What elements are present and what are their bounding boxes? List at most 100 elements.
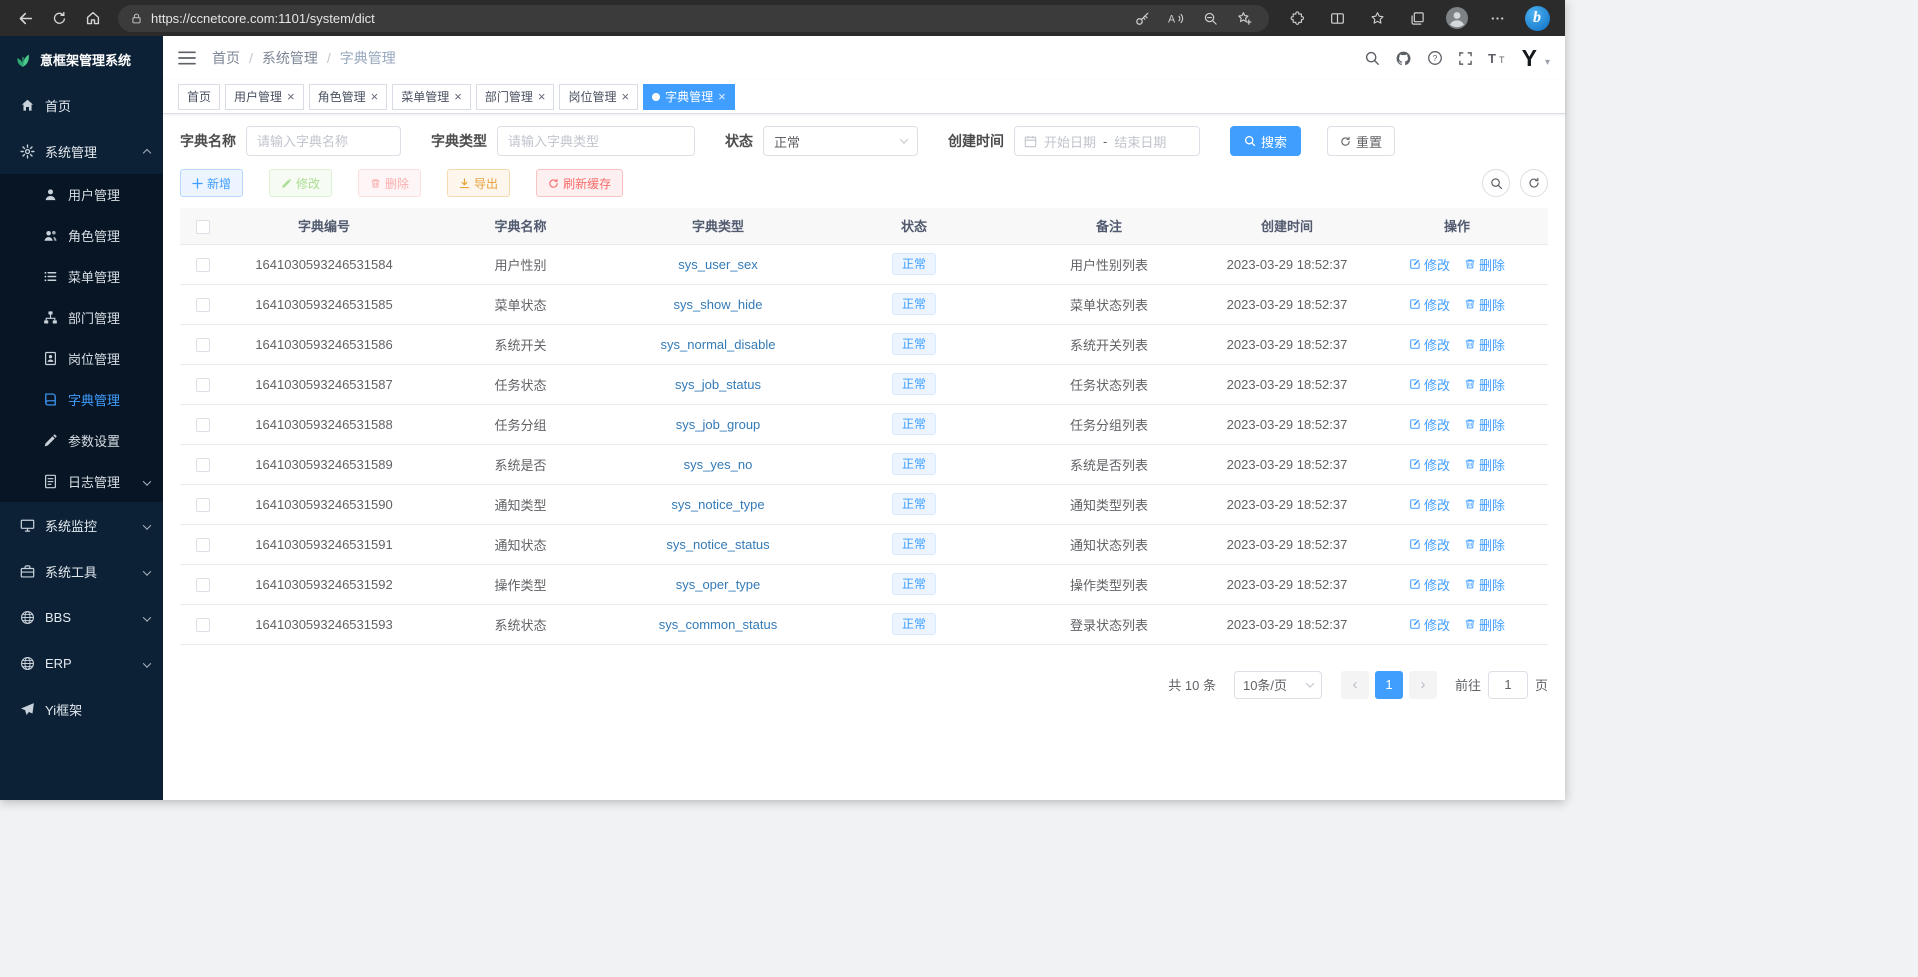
- sidebar-item-role-management[interactable]: 角色管理: [0, 215, 163, 256]
- split-screen-icon[interactable]: [1317, 3, 1357, 33]
- tab-close-icon[interactable]: ×: [538, 90, 546, 103]
- sidebar-item-post-management[interactable]: 岗位管理: [0, 338, 163, 379]
- profile-avatar[interactable]: [1437, 3, 1477, 33]
- goto-page-input[interactable]: [1488, 671, 1528, 699]
- export-button[interactable]: 导出: [447, 169, 510, 197]
- breadcrumb-system[interactable]: 系统管理: [262, 48, 318, 68]
- edit-button[interactable]: 修改: [269, 169, 332, 197]
- dict-type-link[interactable]: sys_oper_type: [676, 577, 761, 592]
- sidebar-item-dept-management[interactable]: 部门管理: [0, 297, 163, 338]
- select-all-checkbox[interactable]: [196, 220, 210, 234]
- row-checkbox[interactable]: [196, 338, 210, 352]
- tab-user-management[interactable]: 用户管理×: [225, 84, 304, 110]
- tab-close-icon[interactable]: ×: [621, 90, 629, 103]
- status-select[interactable]: 正常: [763, 126, 918, 156]
- sidebar-item-log-management[interactable]: 日志管理: [0, 461, 163, 502]
- row-delete-button[interactable]: 删除: [1464, 255, 1505, 274]
- breadcrumb-home[interactable]: 首页: [212, 48, 240, 68]
- dict-name-input[interactable]: [246, 126, 401, 156]
- row-edit-button[interactable]: 修改: [1409, 375, 1450, 394]
- sidebar-item-menu-management[interactable]: 菜单管理: [0, 256, 163, 297]
- tab-close-icon[interactable]: ×: [287, 90, 295, 103]
- header-search-icon[interactable]: [1364, 50, 1380, 66]
- browser-menu-icon[interactable]: [1477, 3, 1517, 33]
- dict-type-link[interactable]: sys_job_status: [675, 377, 761, 392]
- sidebar-item-user-management[interactable]: 用户管理: [0, 174, 163, 215]
- sidebar-item-yi-framework[interactable]: Yi框架: [0, 686, 163, 732]
- dict-type-link[interactable]: sys_notice_type: [671, 497, 764, 512]
- page-size-select[interactable]: 10条/页: [1234, 671, 1322, 699]
- dict-type-link[interactable]: sys_normal_disable: [661, 337, 776, 352]
- row-checkbox[interactable]: [196, 538, 210, 552]
- row-delete-button[interactable]: 删除: [1464, 455, 1505, 474]
- extensions-icon[interactable]: [1277, 3, 1317, 33]
- row-checkbox[interactable]: [196, 458, 210, 472]
- row-edit-button[interactable]: 修改: [1409, 255, 1450, 274]
- dict-type-link[interactable]: sys_notice_status: [666, 537, 769, 552]
- chevron-down-icon[interactable]: ▾: [1545, 57, 1550, 72]
- dict-type-link[interactable]: sys_show_hide: [674, 297, 763, 312]
- delete-button[interactable]: 删除: [358, 169, 421, 197]
- create-time-range-picker[interactable]: 开始日期 - 结束日期: [1014, 126, 1200, 156]
- dict-type-input[interactable]: [497, 126, 695, 156]
- reset-button[interactable]: 重置: [1327, 126, 1395, 156]
- refresh-cache-button[interactable]: 刷新缓存: [536, 169, 623, 197]
- sidebar-item-system-management[interactable]: 系统管理: [0, 128, 163, 174]
- favorite-star-add-icon[interactable]: [1231, 6, 1257, 30]
- tab-dict-management[interactable]: 字典管理×: [643, 84, 735, 110]
- tab-dept-management[interactable]: 部门管理×: [476, 84, 555, 110]
- dict-type-link[interactable]: sys_job_group: [676, 417, 761, 432]
- sidebar-item-system-tools[interactable]: 系统工具: [0, 548, 163, 594]
- row-delete-button[interactable]: 删除: [1464, 615, 1505, 634]
- next-page-button[interactable]: ›: [1409, 671, 1437, 699]
- browser-back-button[interactable]: [8, 3, 42, 33]
- row-edit-button[interactable]: 修改: [1409, 535, 1450, 554]
- row-delete-button[interactable]: 删除: [1464, 535, 1505, 554]
- tab-role-management[interactable]: 角色管理×: [309, 84, 388, 110]
- search-button[interactable]: 搜索: [1230, 126, 1301, 156]
- sidebar-item-home[interactable]: 首页: [0, 82, 163, 128]
- sidebar-item-dict-management[interactable]: 字典管理: [0, 379, 163, 420]
- row-delete-button[interactable]: 删除: [1464, 295, 1505, 314]
- row-delete-button[interactable]: 删除: [1464, 575, 1505, 594]
- prev-page-button[interactable]: ‹: [1341, 671, 1369, 699]
- tab-close-icon[interactable]: ×: [371, 90, 379, 103]
- sidebar-item-param-settings[interactable]: 参数设置: [0, 420, 163, 461]
- row-edit-button[interactable]: 修改: [1409, 415, 1450, 434]
- dict-type-link[interactable]: sys_user_sex: [678, 257, 757, 272]
- sidebar-item-erp[interactable]: ERP: [0, 640, 163, 686]
- address-bar[interactable]: https://ccnetcore.com:1101/system/dict A: [118, 5, 1269, 32]
- row-checkbox[interactable]: [196, 378, 210, 392]
- sidebar-toggle-icon[interactable]: [178, 51, 196, 65]
- font-size-icon[interactable]: TT: [1488, 51, 1507, 65]
- row-edit-button[interactable]: 修改: [1409, 335, 1450, 354]
- row-delete-button[interactable]: 删除: [1464, 375, 1505, 394]
- github-icon[interactable]: [1395, 50, 1412, 67]
- row-checkbox[interactable]: [196, 578, 210, 592]
- row-checkbox[interactable]: [196, 498, 210, 512]
- dict-type-link[interactable]: sys_common_status: [659, 617, 778, 632]
- row-checkbox[interactable]: [196, 618, 210, 632]
- row-checkbox[interactable]: [196, 258, 210, 272]
- user-avatar-logo[interactable]: Y: [1522, 45, 1536, 72]
- row-edit-button[interactable]: 修改: [1409, 615, 1450, 634]
- dict-type-link[interactable]: sys_yes_no: [684, 457, 753, 472]
- toggle-search-button[interactable]: [1482, 169, 1510, 197]
- read-aloud-icon[interactable]: A: [1163, 6, 1189, 30]
- row-edit-button[interactable]: 修改: [1409, 495, 1450, 514]
- sidebar-item-system-monitor[interactable]: 系统监控: [0, 502, 163, 548]
- tab-close-icon[interactable]: ×: [454, 90, 462, 103]
- fullscreen-icon[interactable]: [1458, 51, 1473, 66]
- sidebar-item-bbs[interactable]: BBS: [0, 594, 163, 640]
- browser-home-button[interactable]: [76, 3, 110, 33]
- tab-post-management[interactable]: 岗位管理×: [559, 84, 638, 110]
- refresh-table-button[interactable]: [1520, 169, 1548, 197]
- help-icon[interactable]: ?: [1427, 50, 1443, 66]
- browser-refresh-button[interactable]: [42, 3, 76, 33]
- row-checkbox[interactable]: [196, 418, 210, 432]
- favorites-bar-icon[interactable]: [1357, 3, 1397, 33]
- row-delete-button[interactable]: 删除: [1464, 495, 1505, 514]
- tab-menu-management[interactable]: 菜单管理×: [392, 84, 471, 110]
- row-checkbox[interactable]: [196, 298, 210, 312]
- row-edit-button[interactable]: 修改: [1409, 295, 1450, 314]
